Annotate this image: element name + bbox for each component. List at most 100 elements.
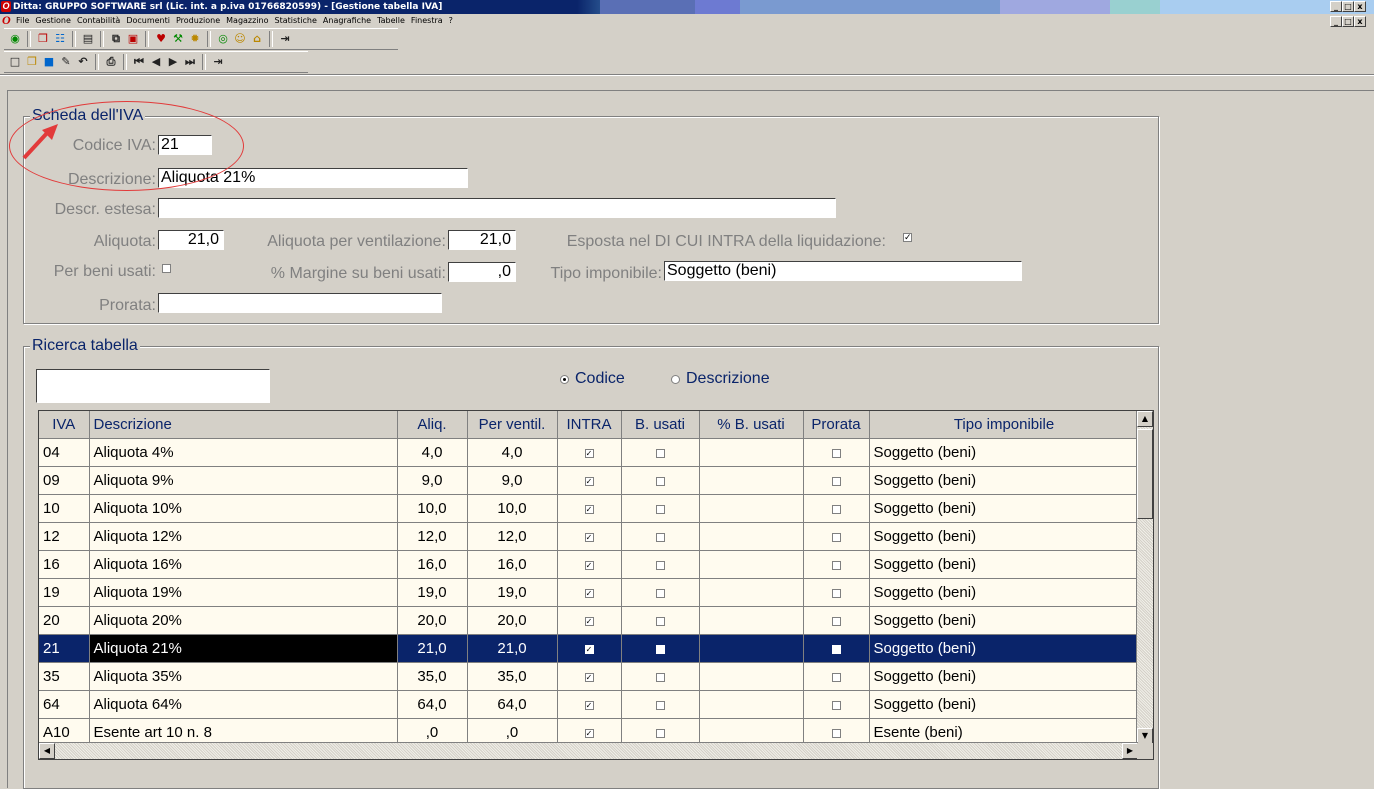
cell-desc: Aliquota 20% bbox=[89, 606, 398, 635]
table-row[interactable]: 12 Aliquota 12% 12,0 12,0 ✓ Soggetto (beni) bbox=[39, 522, 1140, 551]
exit-door-icon[interactable]: ⇥ bbox=[278, 32, 292, 46]
form-dropdown-icon[interactable]: ▤ bbox=[81, 32, 95, 46]
column-header[interactable]: Descrizione bbox=[89, 411, 398, 439]
app-menu-icon[interactable]: O bbox=[2, 14, 11, 26]
scroll-left-button[interactable]: ◀ bbox=[39, 743, 55, 759]
table-row[interactable]: 16 Aliquota 16% 16,0 16,0 ✓ Soggetto (beni) bbox=[39, 550, 1140, 579]
globe-icon[interactable]: ◎ bbox=[216, 32, 230, 46]
menu-item[interactable]: Magazzino bbox=[226, 14, 268, 28]
database-icon[interactable]: ◉ bbox=[8, 32, 22, 46]
radio-codice[interactable]: Codice bbox=[560, 369, 625, 389]
tipo-imponibile-field[interactable]: Soggetto (beni) bbox=[664, 261, 1022, 281]
horizontal-scrollbar[interactable]: ◀ ▶ bbox=[39, 742, 1138, 759]
copy-dropdown-icon[interactable]: ⧉ bbox=[109, 32, 123, 46]
exit-icon[interactable]: ⇥ bbox=[211, 55, 225, 69]
iva-table[interactable]: IVA Descrizione Aliq. Per ventil. INTRA B. us… bbox=[38, 410, 1154, 760]
documents-icon[interactable]: ❐ bbox=[36, 32, 50, 46]
aliquota-field[interactable]: 21,0 bbox=[158, 230, 224, 250]
tools-icon[interactable]: ⚒ bbox=[171, 32, 185, 46]
new-record-icon[interactable]: □ bbox=[8, 55, 22, 69]
heart-icon[interactable]: ♥ bbox=[154, 32, 168, 46]
next-record-icon[interactable]: ▶ bbox=[166, 55, 180, 69]
maximize-button[interactable]: □ bbox=[1342, 1, 1354, 12]
table-row[interactable]: 20 Aliquota 20% 20,0 20,0 ✓ Soggetto (beni) bbox=[39, 606, 1140, 635]
pages-dropdown-icon[interactable]: ▣ bbox=[126, 32, 140, 46]
column-header[interactable]: IVA bbox=[39, 411, 90, 439]
star-dropdown-icon[interactable]: ✹ bbox=[188, 32, 202, 46]
menu-item[interactable]: Documenti bbox=[126, 14, 170, 28]
undo-icon[interactable]: ↶ bbox=[76, 55, 90, 69]
cell-aliq: 64,0 bbox=[397, 690, 468, 719]
menu-item[interactable]: Gestione bbox=[35, 14, 71, 28]
cell-aliq: 21,0 bbox=[397, 634, 468, 663]
last-record-icon[interactable]: ⏭ bbox=[183, 55, 197, 69]
first-record-icon[interactable]: ⏮ bbox=[132, 55, 146, 69]
margine-field[interactable]: ,0 bbox=[448, 262, 516, 282]
scroll-thumb[interactable] bbox=[1137, 429, 1153, 519]
table-row[interactable]: 19 Aliquota 19% 19,0 19,0 ✓ Soggetto (beni) bbox=[39, 578, 1140, 607]
menu-item[interactable]: Finestra bbox=[411, 14, 443, 28]
cell-pbusati bbox=[699, 438, 804, 467]
column-header[interactable]: Aliq. bbox=[397, 411, 468, 439]
menu-item[interactable]: Produzione bbox=[176, 14, 220, 28]
row-checkbox bbox=[655, 448, 665, 458]
column-header[interactable]: % B. usati bbox=[699, 411, 804, 439]
column-header[interactable]: Tipo imponibile bbox=[869, 411, 1140, 439]
column-header[interactable]: Prorata bbox=[803, 411, 870, 439]
minimize-button[interactable]: _ bbox=[1330, 1, 1342, 12]
cell-busati bbox=[621, 662, 700, 691]
cell-busati bbox=[621, 494, 700, 523]
menu-item[interactable]: File bbox=[16, 14, 29, 28]
print-icon[interactable]: ⎙ bbox=[104, 55, 118, 69]
scroll-right-button[interactable]: ▶ bbox=[1122, 743, 1138, 759]
table-row[interactable]: 21 Aliquota 21% 21,0 21,0 ✓ Soggetto (beni) bbox=[39, 634, 1140, 663]
esposta-checkbox[interactable]: ✓ bbox=[903, 233, 912, 243]
menu-item[interactable]: Contabilità bbox=[77, 14, 120, 28]
open-folder-icon[interactable]: ❐ bbox=[25, 55, 39, 69]
descr-estesa-field[interactable] bbox=[158, 198, 836, 218]
resize-grip[interactable] bbox=[1137, 743, 1153, 759]
cell-prorata bbox=[803, 662, 870, 691]
cell-intra: ✓ bbox=[557, 550, 622, 579]
vertical-scrollbar[interactable]: ▲ ▼ bbox=[1136, 411, 1153, 744]
prev-record-icon[interactable]: ◀ bbox=[149, 55, 163, 69]
search-input[interactable] bbox=[36, 369, 270, 403]
mdi-minimize-button[interactable]: _ bbox=[1330, 16, 1342, 27]
table-row[interactable]: 64 Aliquota 64% 64,0 64,0 ✓ Soggetto (beni) bbox=[39, 690, 1140, 719]
edit-pencil-icon[interactable]: ✎ bbox=[59, 55, 73, 69]
table-row[interactable]: 35 Aliquota 35% 35,0 35,0 ✓ Soggetto (beni) bbox=[39, 662, 1140, 691]
table-row[interactable]: 10 Aliquota 10% 10,0 10,0 ✓ Soggetto (beni) bbox=[39, 494, 1140, 523]
row-checkbox bbox=[655, 560, 665, 570]
cell-tipo: Soggetto (beni) bbox=[869, 494, 1140, 523]
home-dropdown-icon[interactable]: ⌂ bbox=[250, 32, 264, 46]
tree-dropdown-icon[interactable]: ☷ bbox=[53, 32, 67, 46]
radio-descrizione[interactable]: Descrizione bbox=[671, 369, 770, 389]
cell-tipo: Soggetto (beni) bbox=[869, 634, 1140, 663]
ricerca-legend: Ricerca tabella bbox=[30, 337, 140, 355]
save-icon[interactable]: ■ bbox=[42, 55, 56, 69]
column-header[interactable]: INTRA bbox=[557, 411, 622, 439]
radio-codice-dot[interactable] bbox=[560, 374, 569, 384]
menu-item[interactable]: Anagrafiche bbox=[323, 14, 371, 28]
iva-table-body: IVA Descrizione Aliq. Per ventil. INTRA B. us… bbox=[39, 411, 1140, 759]
beni-usati-checkbox[interactable] bbox=[162, 264, 171, 273]
menu-item[interactable]: Statistiche bbox=[275, 14, 317, 28]
aliq-ventil-field[interactable]: 21,0 bbox=[448, 230, 516, 250]
prorata-field[interactable] bbox=[158, 293, 442, 313]
mdi-restore-button[interactable]: □ bbox=[1342, 16, 1354, 27]
scroll-down-button[interactable]: ▼ bbox=[1137, 728, 1153, 744]
column-header[interactable]: B. usati bbox=[621, 411, 700, 439]
mdi-close-button[interactable]: x bbox=[1354, 16, 1366, 27]
cell-pbusati bbox=[699, 494, 804, 523]
menu-item[interactable]: ? bbox=[449, 14, 453, 28]
cell-iva: 19 bbox=[39, 578, 90, 607]
table-row[interactable]: 04 Aliquota 4% 4,0 4,0 ✓ Soggetto (beni) bbox=[39, 438, 1140, 467]
column-header[interactable]: Per ventil. bbox=[467, 411, 558, 439]
close-button[interactable]: x bbox=[1354, 1, 1366, 12]
radio-descrizione-dot[interactable] bbox=[671, 374, 680, 384]
people-icon[interactable]: ☺ bbox=[233, 32, 247, 46]
menu-item[interactable]: Tabelle bbox=[377, 14, 405, 28]
scroll-up-button[interactable]: ▲ bbox=[1137, 411, 1153, 427]
row-checkbox bbox=[831, 504, 841, 514]
table-row[interactable]: 09 Aliquota 9% 9,0 9,0 ✓ Soggetto (beni) bbox=[39, 466, 1140, 495]
